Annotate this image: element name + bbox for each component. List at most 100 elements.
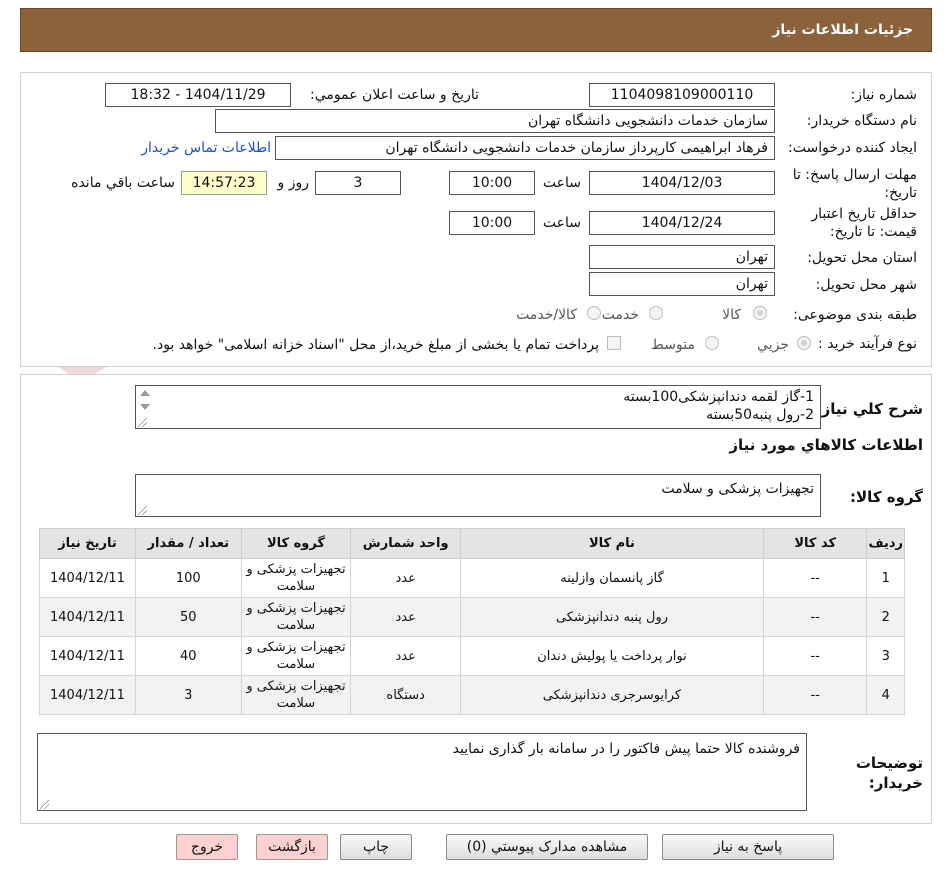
deadline-date-field: 1404/12/03: [589, 171, 775, 195]
cell-goods-group: تجهیزات پزشکی و سلامت: [240, 558, 352, 598]
validity-time-label: ساعت: [542, 215, 581, 231]
validity-time-field: 10:00: [449, 211, 535, 235]
cell-row-number: 2: [866, 597, 905, 637]
city-field: تهران: [589, 272, 775, 296]
remaining-time-label: ساعت باقي مانده: [71, 175, 175, 191]
col-header-item-name: نام کالا: [460, 528, 764, 559]
category-radio-service[interactable]: [649, 306, 663, 320]
resize-handle-icon[interactable]: [40, 800, 49, 809]
goods-group-textarea[interactable]: تجهیزات پزشکی و سلامت: [135, 474, 821, 517]
col-header-row-number: ردیف: [866, 528, 905, 559]
cell-unit: عدد: [350, 597, 462, 637]
days-label: روز و: [277, 175, 310, 191]
price-validity-label: حداقل تاریخ اعتبار قیمت: تا تاریخ:: [811, 206, 917, 240]
back-button[interactable]: بازگشت: [256, 834, 328, 860]
goods-group-label: گروه کالا:: [850, 488, 923, 506]
summary-line-1: 1-گاز لقمه دندانپزشکی100بسته: [623, 389, 814, 405]
buyer-org-label: نام دستگاه خریدار:: [806, 113, 917, 129]
announce-datetime-field: 1404/11/29 - 18:32: [105, 83, 291, 107]
buyer-notes-value: فروشنده کالا حتما پیش فاکتور را در سامان…: [452, 741, 800, 757]
resize-handle-icon[interactable]: [138, 418, 147, 427]
category-radio-goods[interactable]: [753, 306, 767, 320]
cell-row-number: 1: [866, 558, 905, 598]
purchase-radio-minor[interactable]: [797, 336, 811, 350]
col-header-need-date: تاریخ نیاز: [39, 528, 136, 559]
cell-quantity: 40: [134, 636, 242, 676]
category-label: طبقه بندی موضوعی:: [793, 307, 917, 323]
need-number-label: شماره نیاز:: [850, 87, 918, 103]
category-option-goods-service: کالا/خدمت: [516, 307, 577, 323]
cell-quantity: 3: [134, 675, 242, 715]
cell-item-code: --: [762, 675, 868, 715]
treasury-payment-note: پرداخت تمام یا بخشی از مبلغ خرید،از محل …: [152, 337, 599, 353]
requester-field: فرهاد ابراهیمی کارپرداز سازمان خدمات دان…: [275, 136, 775, 160]
days-remaining-field: 3: [315, 171, 401, 195]
print-button[interactable]: چاپ: [340, 834, 412, 860]
page-title: جزئیات اطلاعات نیاز: [772, 22, 913, 38]
cell-item-name: رول پنبه دندانپزشکی: [460, 597, 764, 637]
cell-need-date: 1404/12/11: [39, 558, 136, 598]
category-option-goods: کالا: [722, 307, 741, 323]
purchase-type-label: نوع فرآیند خرید :: [818, 336, 917, 352]
buyer-contact-link[interactable]: اطلاعات تماس خریدار: [141, 140, 271, 156]
buyer-org-field: سازمان خدمات دانشجویی دانشگاه تهران: [215, 109, 775, 133]
purchase-option-medium: متوسط: [651, 337, 695, 353]
purchase-option-minor: جزیي: [757, 337, 789, 353]
cell-item-code: --: [762, 636, 868, 676]
reply-button[interactable]: پاسخ به نیاز: [662, 834, 834, 860]
treasury-payment-checkbox[interactable]: [607, 336, 621, 350]
province-field: تهران: [589, 245, 775, 269]
need-number-field: 1104098109000110: [589, 83, 775, 107]
col-header-quantity: تعداد / مقدار: [134, 528, 242, 559]
cell-item-name: نوار پرداخت یا پولیش دندان: [460, 636, 764, 676]
goods-group-value: تجهیزات پزشکی و سلامت: [661, 481, 814, 497]
cell-unit: عدد: [350, 558, 462, 598]
resize-handle-icon[interactable]: [138, 506, 147, 515]
cell-goods-group: تجهیزات پزشکی و سلامت: [240, 597, 352, 637]
requester-label: ایجاد کننده درخواست:: [788, 140, 917, 156]
cell-need-date: 1404/12/11: [39, 675, 136, 715]
col-header-item-code: کد کالا: [762, 528, 868, 559]
announce-datetime-label: تاریخ و ساعت اعلان عمومي:: [310, 87, 479, 103]
validity-date-field: 1404/12/24: [589, 211, 775, 235]
summary-textarea[interactable]: 1-گاز لقمه دندانپزشکی100بسته 2-رول پنبه5…: [135, 385, 821, 429]
cell-need-date: 1404/12/11: [39, 597, 136, 637]
scroll-down-icon[interactable]: [140, 404, 150, 410]
cell-item-code: --: [762, 558, 868, 598]
province-label: استان محل تحویل:: [807, 250, 917, 266]
category-option-service: خدمت: [601, 307, 639, 323]
deadline-time-label: ساعت: [542, 175, 581, 191]
cell-row-number: 3: [866, 636, 905, 676]
category-radio-goods-service[interactable]: [587, 306, 601, 320]
cell-quantity: 50: [134, 597, 242, 637]
city-label: شهر محل تحویل:: [815, 277, 917, 293]
page-title-bar: جزئیات اطلاعات نیاز: [20, 8, 932, 52]
info-panel: شماره نیاز: 1104098109000110 تاریخ و ساع…: [20, 72, 932, 367]
cell-goods-group: تجهیزات پزشکی و سلامت: [240, 675, 352, 715]
deadline-time-field: 10:00: [449, 171, 535, 195]
cell-need-date: 1404/12/11: [39, 636, 136, 676]
exit-button[interactable]: خروج: [176, 834, 238, 860]
cell-goods-group: تجهیزات پزشکی و سلامت: [240, 636, 352, 676]
goods-table: ردیف کد کالا نام کالا واحد شمارش گروه کا…: [39, 528, 905, 715]
goods-info-title: اطلاعات کالاهاي مورد نیاز: [729, 436, 923, 454]
summary-label: شرح کلي نیاز:: [815, 400, 923, 418]
col-header-goods-group: گروه کالا: [240, 528, 352, 559]
deadline-label: مهلت ارسال پاسخ: تا تاریخ:: [792, 167, 917, 201]
purchase-radio-medium[interactable]: [705, 336, 719, 350]
details-panel: شرح کلي نیاز: 1-گاز لقمه دندانپزشکی100بس…: [20, 374, 932, 824]
cell-item-code: --: [762, 597, 868, 637]
scroll-up-icon[interactable]: [140, 390, 150, 396]
cell-item-name: کرایوسرجری دندانپزشکی: [460, 675, 764, 715]
table-row: 2 -- رول پنبه دندانپزشکی عدد تجهیزات پزش…: [39, 597, 905, 637]
buyer-notes-label: توضیحات خریدار:: [855, 754, 923, 792]
view-attachments-button[interactable]: مشاهده مدارک پیوستي (0): [446, 834, 648, 860]
cell-unit: دستگاه: [350, 675, 462, 715]
cell-unit: عدد: [350, 636, 462, 676]
table-row: 4 -- کرایوسرجری دندانپزشکی دستگاه تجهیزا…: [39, 675, 905, 715]
summary-line-2: 2-رول پنبه50بسته: [706, 407, 814, 423]
table-header-row: ردیف کد کالا نام کالا واحد شمارش گروه کا…: [39, 528, 905, 559]
cell-quantity: 100: [134, 558, 242, 598]
buyer-notes-textarea[interactable]: فروشنده کالا حتما پیش فاکتور را در سامان…: [37, 733, 807, 811]
table-row: 1 -- گاز پانسمان وازلینه عدد تجهیزات پزش…: [39, 558, 905, 598]
